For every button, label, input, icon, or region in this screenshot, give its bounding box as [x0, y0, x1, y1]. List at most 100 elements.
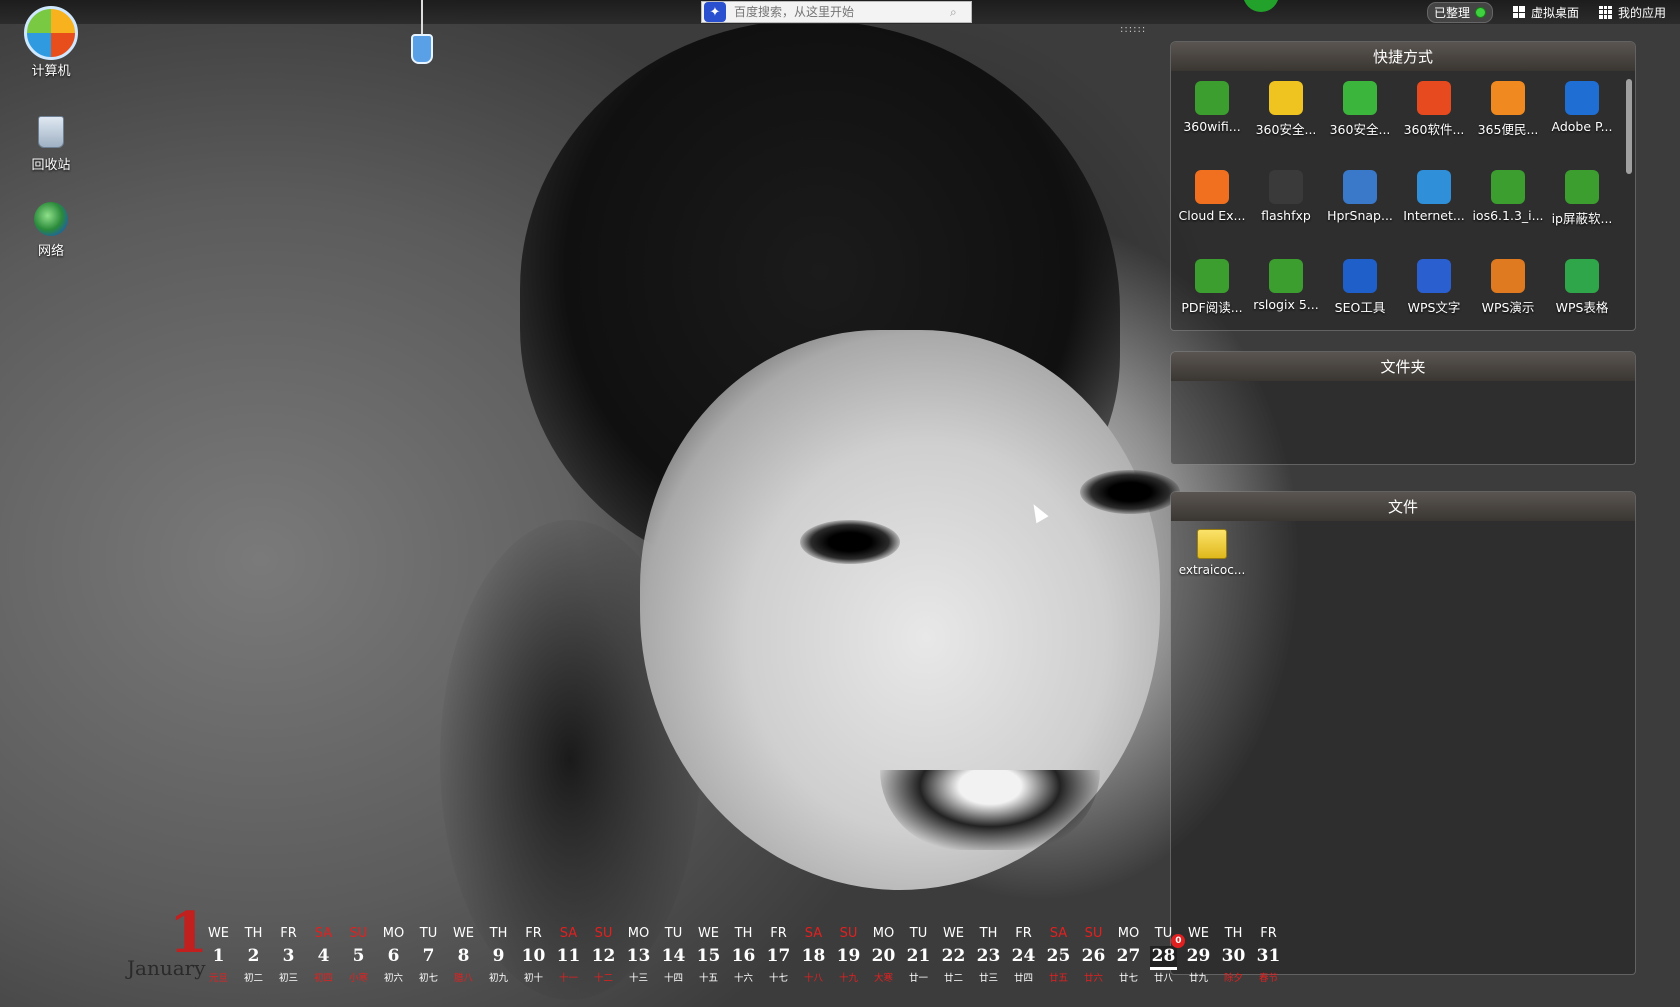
calendar-weekday: MO	[382, 926, 405, 941]
desktop-icon-computer[interactable]: 计算机	[6, 6, 96, 79]
calendar-day[interactable]: SA 4 初四	[306, 926, 341, 984]
shortcut-item[interactable]: ip屏蔽软...	[1545, 166, 1619, 255]
calendar-day[interactable]: WE 15 十五	[691, 926, 726, 984]
calendar-weekday: SU	[839, 926, 858, 941]
calendar-lunar-date: 大寒	[873, 973, 893, 984]
calendar-day[interactable]: SA 11 十一	[551, 926, 586, 984]
files-panel-title[interactable]: 文件	[1171, 492, 1635, 521]
calendar-date: 30	[1221, 946, 1246, 966]
shortcuts-scrollbar[interactable]	[1626, 79, 1632, 174]
calendar-day[interactable]: TH 9 初九	[481, 926, 516, 984]
calendar-day[interactable]: WE 29 廿九	[1181, 926, 1216, 984]
calendar-day[interactable]: MO 13 十三	[621, 926, 656, 984]
shortcut-label: PDF阅读...	[1181, 300, 1243, 315]
desktop-icon-recycle-bin[interactable]: 回收站	[6, 116, 96, 173]
pdf-reader-icon	[1195, 259, 1229, 293]
shortcut-label: 360wifi...	[1183, 119, 1241, 134]
shortcut-item[interactable]: PDF阅读...	[1175, 255, 1249, 330]
calendar-day[interactable]: TH 2 初二	[236, 926, 271, 984]
calendar-lunar-date: 小寒	[348, 973, 368, 984]
shortcut-item[interactable]: rslogix 5...	[1249, 255, 1323, 330]
calendar-day[interactable]: FR 17 十七	[761, 926, 796, 984]
calendar-weekday: FR	[1260, 926, 1277, 941]
file-item[interactable]: extraicoc...	[1175, 529, 1249, 577]
calendar-day-today[interactable]: TU 28 0 廿八	[1146, 926, 1186, 984]
calendar-lunar-date: 初九	[488, 973, 508, 984]
baidu-search-box[interactable]: ✦ ⌕	[701, 1, 972, 23]
calendar-day[interactable]: TH 16 十六	[726, 926, 761, 984]
calendar-day[interactable]: TH 30 除夕	[1216, 926, 1251, 984]
calendar-day[interactable]: WE 8 腊八	[446, 926, 481, 984]
calendar-day[interactable]: TU 14 十四	[656, 926, 691, 984]
shortcut-item[interactable]: flashfxp	[1249, 166, 1323, 255]
calendar-day[interactable]: MO 27 廿七	[1111, 926, 1146, 984]
calendar-weekday: MO	[1117, 926, 1140, 941]
calendar-lunar-date: 十九	[838, 973, 858, 984]
calendar-day[interactable]: TU 7 初七	[411, 926, 446, 984]
calendar-day[interactable]: TU 21 廿一	[901, 926, 936, 984]
calendar-day[interactable]: MO 20 大寒	[866, 926, 901, 984]
search-icon[interactable]: ⌕	[950, 5, 957, 20]
shortcut-label: SEO工具	[1334, 300, 1386, 315]
calendar-lunar-date: 十五	[698, 973, 718, 984]
folders-panel-title[interactable]: 文件夹	[1171, 352, 1635, 381]
calendar-date: 1	[212, 946, 225, 966]
virtual-desktop-button[interactable]: 虚拟桌面	[1512, 4, 1579, 21]
calendar-lunar-date: 初三	[278, 973, 298, 984]
calendar-day[interactable]: SU 19 十九	[831, 926, 866, 984]
shortcut-item[interactable]: Internet...	[1397, 166, 1471, 255]
shortcut-item[interactable]: 360wifi...	[1175, 77, 1249, 166]
shortcut-item[interactable]: WPS演示	[1471, 255, 1545, 330]
calendar-day[interactable]: SU 26 廿六	[1076, 926, 1111, 984]
shortcut-item[interactable]: ios6.1.3_i...	[1471, 166, 1545, 255]
365-icon	[1491, 81, 1525, 115]
calendar-lunar-date: 廿二	[943, 973, 963, 984]
shortcut-item[interactable]: WPS表格	[1545, 255, 1619, 330]
calendar-weekday: TU	[664, 926, 683, 941]
hanging-tag-icon[interactable]	[411, 34, 433, 64]
calendar-weekday: SA	[804, 926, 823, 941]
calendar-date: 31	[1256, 946, 1281, 966]
shortcut-item[interactable]: 360安全...	[1249, 77, 1323, 166]
shortcut-item[interactable]: Adobe P...	[1545, 77, 1619, 166]
calendar-lunar-date: 廿五	[1048, 973, 1068, 984]
shortcut-label: WPS文字	[1407, 300, 1461, 315]
photoshop-icon	[1565, 81, 1599, 115]
360-safe-guard-icon	[1269, 81, 1303, 115]
shortcut-item[interactable]: Cloud Ex...	[1175, 166, 1249, 255]
calendar-weekday: FR	[525, 926, 542, 941]
shortcut-item[interactable]: HprSnap...	[1323, 166, 1397, 255]
wps-spreadsheet-icon	[1565, 259, 1599, 293]
calendar-date: 9	[492, 946, 505, 966]
shortcut-item[interactable]: 365便民...	[1471, 77, 1545, 166]
calendar-day[interactable]: MO 6 初六	[376, 926, 411, 984]
calendar-day[interactable]: FR 3 初三	[271, 926, 306, 984]
calendar-day[interactable]: SA 18 十八	[796, 926, 831, 984]
search-input[interactable]	[734, 5, 954, 19]
shortcuts-panel-title[interactable]: 快捷方式	[1171, 42, 1635, 71]
shortcut-item[interactable]: 360软件...	[1397, 77, 1471, 166]
calendar-weekday: TH	[1224, 926, 1243, 941]
desktop-icon-network[interactable]: 网络	[6, 202, 96, 259]
calendar-day[interactable]: FR 31 春节	[1251, 926, 1286, 984]
calendar-date: 6	[387, 946, 400, 966]
calendar-day[interactable]: WE 22 廿二	[936, 926, 971, 984]
my-apps-button[interactable]: 我的应用	[1598, 4, 1666, 21]
drag-handle-icon[interactable]: ::::::	[1120, 24, 1146, 35]
calendar-day[interactable]: SU 12 十二	[586, 926, 621, 984]
calendar-lunar-date: 十二	[593, 973, 613, 984]
calendar-day[interactable]: SU 5 小寒	[341, 926, 376, 984]
calendar-date: 17	[766, 946, 791, 966]
calendar-day[interactable]: FR 10 初十	[516, 926, 551, 984]
calendar-day[interactable]: SA 25 廿五	[1041, 926, 1076, 984]
calendar-month-name: January	[127, 956, 206, 980]
shortcut-item[interactable]: 360安全...	[1323, 77, 1397, 166]
wps-writer-icon	[1417, 259, 1451, 293]
shortcut-item[interactable]: SEO工具	[1323, 255, 1397, 330]
calendar-day[interactable]: FR 24 廿四	[1006, 926, 1041, 984]
shortcut-item[interactable]: WPS文字	[1397, 255, 1471, 330]
organized-toggle[interactable]: 已整理	[1426, 1, 1493, 23]
calendar-day[interactable]: TH 23 廿三	[971, 926, 1006, 984]
shortcut-label: WPS表格	[1555, 300, 1609, 315]
calendar-date: 19	[836, 946, 861, 966]
